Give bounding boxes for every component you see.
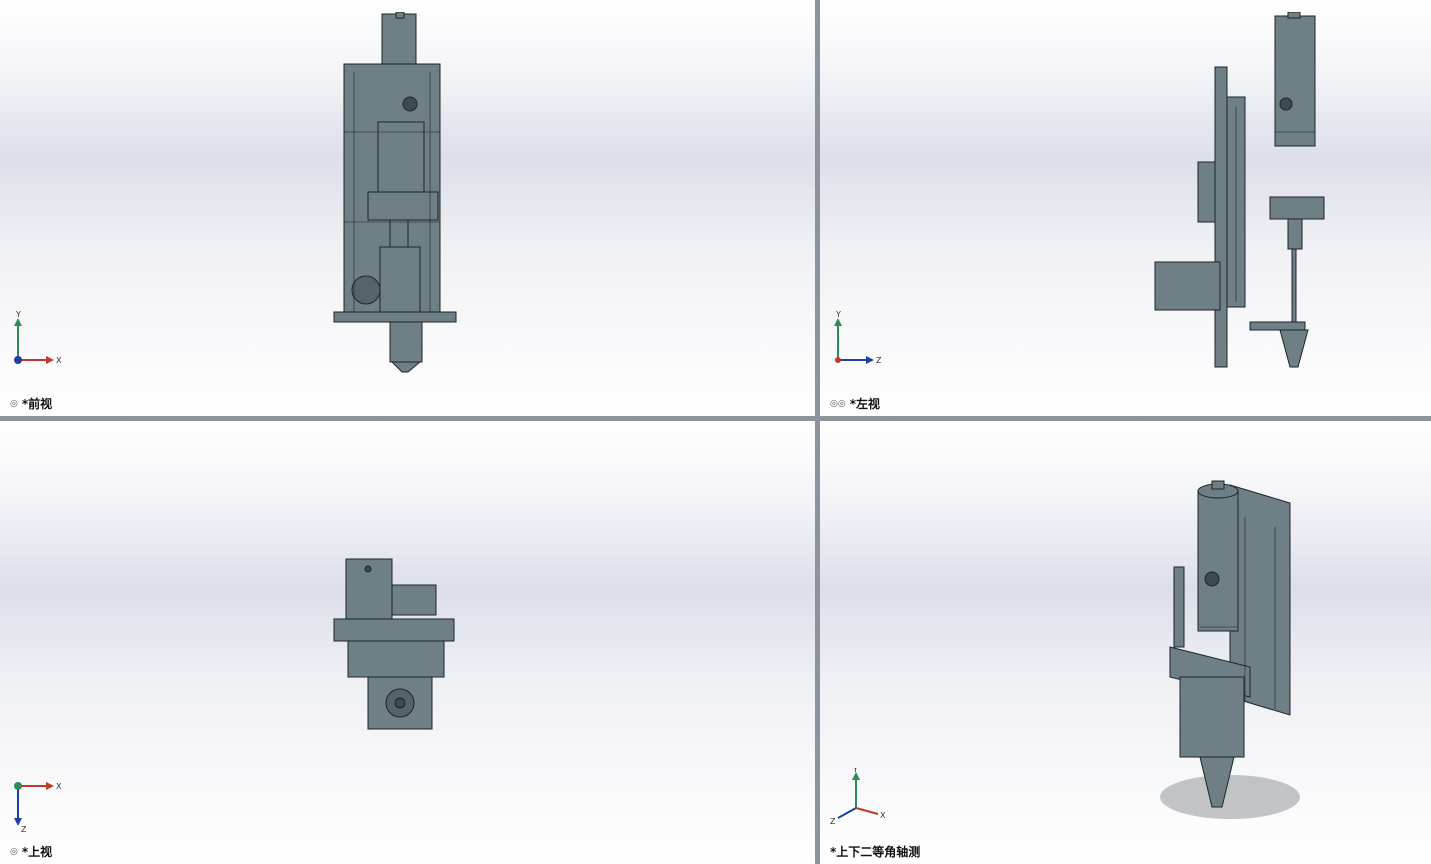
svg-text:X: X	[880, 811, 886, 820]
view-label-left: ◎◎ *左视	[830, 395, 880, 412]
model-top-view[interactable]	[330, 557, 460, 732]
view-name: *上下二等角轴测	[830, 845, 921, 859]
svg-text:X: X	[56, 356, 62, 365]
axis-triad-top: X Z	[14, 782, 62, 834]
viewport-top[interactable]: X Z ◎ *上视	[0, 421, 815, 864]
viewport-grid: Y X ◎ *前视 Y Z ◎◎ *左视 X Z ◎ *上视 Y X Z *上下…	[0, 0, 1431, 864]
svg-text:Y: Y	[15, 310, 21, 319]
svg-text:Y: Y	[852, 768, 858, 774]
view-link-icon: ◎	[10, 846, 18, 857]
axis-triad-isometric: Y X Z	[830, 768, 886, 826]
view-label-front: ◎ *前视	[10, 395, 52, 412]
svg-text:X: X	[56, 782, 62, 791]
svg-text:Z: Z	[830, 817, 836, 826]
viewport-isometric[interactable]: Y X Z *上下二等角轴测	[820, 421, 1431, 864]
axis-triad-front: Y X	[14, 310, 62, 365]
model-left-view[interactable]	[1150, 12, 1330, 377]
axis-triad-left: Y Z	[834, 310, 882, 365]
viewport-left[interactable]: Y Z ◎◎ *左视	[820, 0, 1431, 416]
svg-text:Z: Z	[876, 356, 882, 365]
view-label-isometric: *上下二等角轴测	[830, 843, 920, 860]
view-link-icon: ◎◎	[830, 398, 846, 409]
model-isometric-view[interactable]	[1160, 477, 1330, 837]
view-name: *前视	[21, 397, 53, 411]
view-label-top: ◎ *上视	[10, 843, 52, 860]
svg-text:Y: Y	[835, 310, 841, 319]
model-front-view[interactable]	[330, 12, 460, 377]
view-link-icon: ◎	[10, 398, 18, 409]
view-name: *上视	[21, 845, 53, 859]
view-name: *左视	[849, 397, 880, 411]
svg-text:Z: Z	[21, 825, 27, 834]
viewport-front[interactable]: Y X ◎ *前视	[0, 0, 815, 416]
